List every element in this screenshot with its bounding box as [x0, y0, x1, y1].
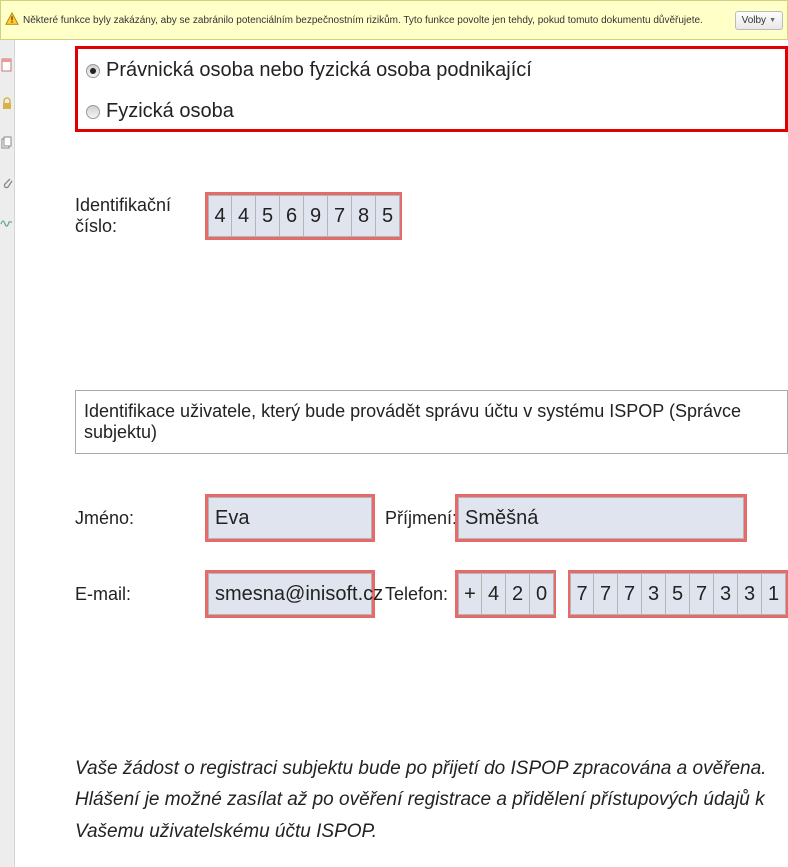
- subject-type-box: Právnická osoba nebo fyzická osoba podni…: [75, 46, 788, 132]
- ico-digit[interactable]: 6: [280, 195, 304, 237]
- first-name-field-wrap: Eva: [205, 494, 375, 542]
- radio-legal-entity[interactable]: Právnická osoba nebo fyzická osoba podni…: [86, 59, 777, 82]
- ico-digit[interactable]: 5: [256, 195, 280, 237]
- phone-number-field[interactable]: 7 7 7 3 5 7 3 3 1: [568, 570, 788, 618]
- phone-digit[interactable]: 3: [714, 573, 738, 615]
- phone-digit[interactable]: 7: [594, 573, 618, 615]
- section-header-user: Identifikace uživatele, který bude prová…: [75, 390, 788, 454]
- ico-label: Identifikační číslo:: [75, 195, 205, 237]
- phone-digit[interactable]: 5: [666, 573, 690, 615]
- page-icon[interactable]: [0, 58, 14, 72]
- phone-digit[interactable]: 1: [762, 573, 786, 615]
- last-name-label: Příjmení:: [375, 508, 455, 529]
- email-field-wrap: smesna@inisoft.cz: [205, 570, 375, 618]
- last-name-field[interactable]: Směšná: [458, 497, 744, 539]
- last-name-field-wrap: Směšná: [455, 494, 747, 542]
- phone-digit[interactable]: 2: [506, 573, 530, 615]
- registration-note: Vaše žádost o registraci subjektu bude p…: [75, 753, 788, 847]
- radio-label: Fyzická osoba: [106, 100, 234, 123]
- warning-icon: [5, 12, 19, 29]
- ico-digit[interactable]: 4: [208, 195, 232, 237]
- radio-natural-person[interactable]: Fyzická osoba: [86, 100, 777, 123]
- radio-icon: [86, 64, 100, 78]
- signature-icon[interactable]: [0, 214, 14, 228]
- ico-digit[interactable]: 5: [376, 195, 400, 237]
- email-label: E-mail:: [75, 584, 205, 605]
- left-sidebar: [0, 40, 15, 867]
- phone-digit[interactable]: 4: [482, 573, 506, 615]
- radio-label: Právnická osoba nebo fyzická osoba podni…: [106, 59, 532, 82]
- ico-digit[interactable]: 7: [328, 195, 352, 237]
- radio-icon: [86, 105, 100, 119]
- ico-field[interactable]: 4 4 5 6 9 7 8 5: [205, 192, 402, 240]
- copy-icon[interactable]: [0, 136, 14, 150]
- ico-digit[interactable]: 9: [304, 195, 328, 237]
- lock-icon[interactable]: [0, 97, 14, 111]
- first-name-field[interactable]: Eva: [208, 497, 372, 539]
- email-field[interactable]: smesna@inisoft.cz: [208, 573, 372, 615]
- options-button-label: Volby: [742, 15, 766, 26]
- ico-digit[interactable]: 8: [352, 195, 376, 237]
- phone-digit[interactable]: 7: [690, 573, 714, 615]
- ico-digit[interactable]: 4: [232, 195, 256, 237]
- phone-digit[interactable]: 3: [738, 573, 762, 615]
- phone-prefix-field[interactable]: + 4 2 0: [455, 570, 556, 618]
- security-warning-bar: Některé funkce byly zakázány, aby se zab…: [0, 0, 788, 40]
- chevron-down-icon: ▼: [769, 17, 776, 24]
- phone-digit[interactable]: 7: [570, 573, 594, 615]
- options-button[interactable]: Volby ▼: [735, 11, 783, 30]
- phone-digit[interactable]: 3: [642, 573, 666, 615]
- phone-digit[interactable]: +: [458, 573, 482, 615]
- phone-digit[interactable]: 7: [618, 573, 642, 615]
- warning-text: Některé funkce byly zakázány, aby se zab…: [23, 15, 703, 26]
- phone-digit[interactable]: 0: [530, 573, 554, 615]
- attachment-icon[interactable]: [0, 175, 14, 189]
- first-name-label: Jméno:: [75, 508, 205, 529]
- phone-label: Telefon:: [375, 584, 455, 605]
